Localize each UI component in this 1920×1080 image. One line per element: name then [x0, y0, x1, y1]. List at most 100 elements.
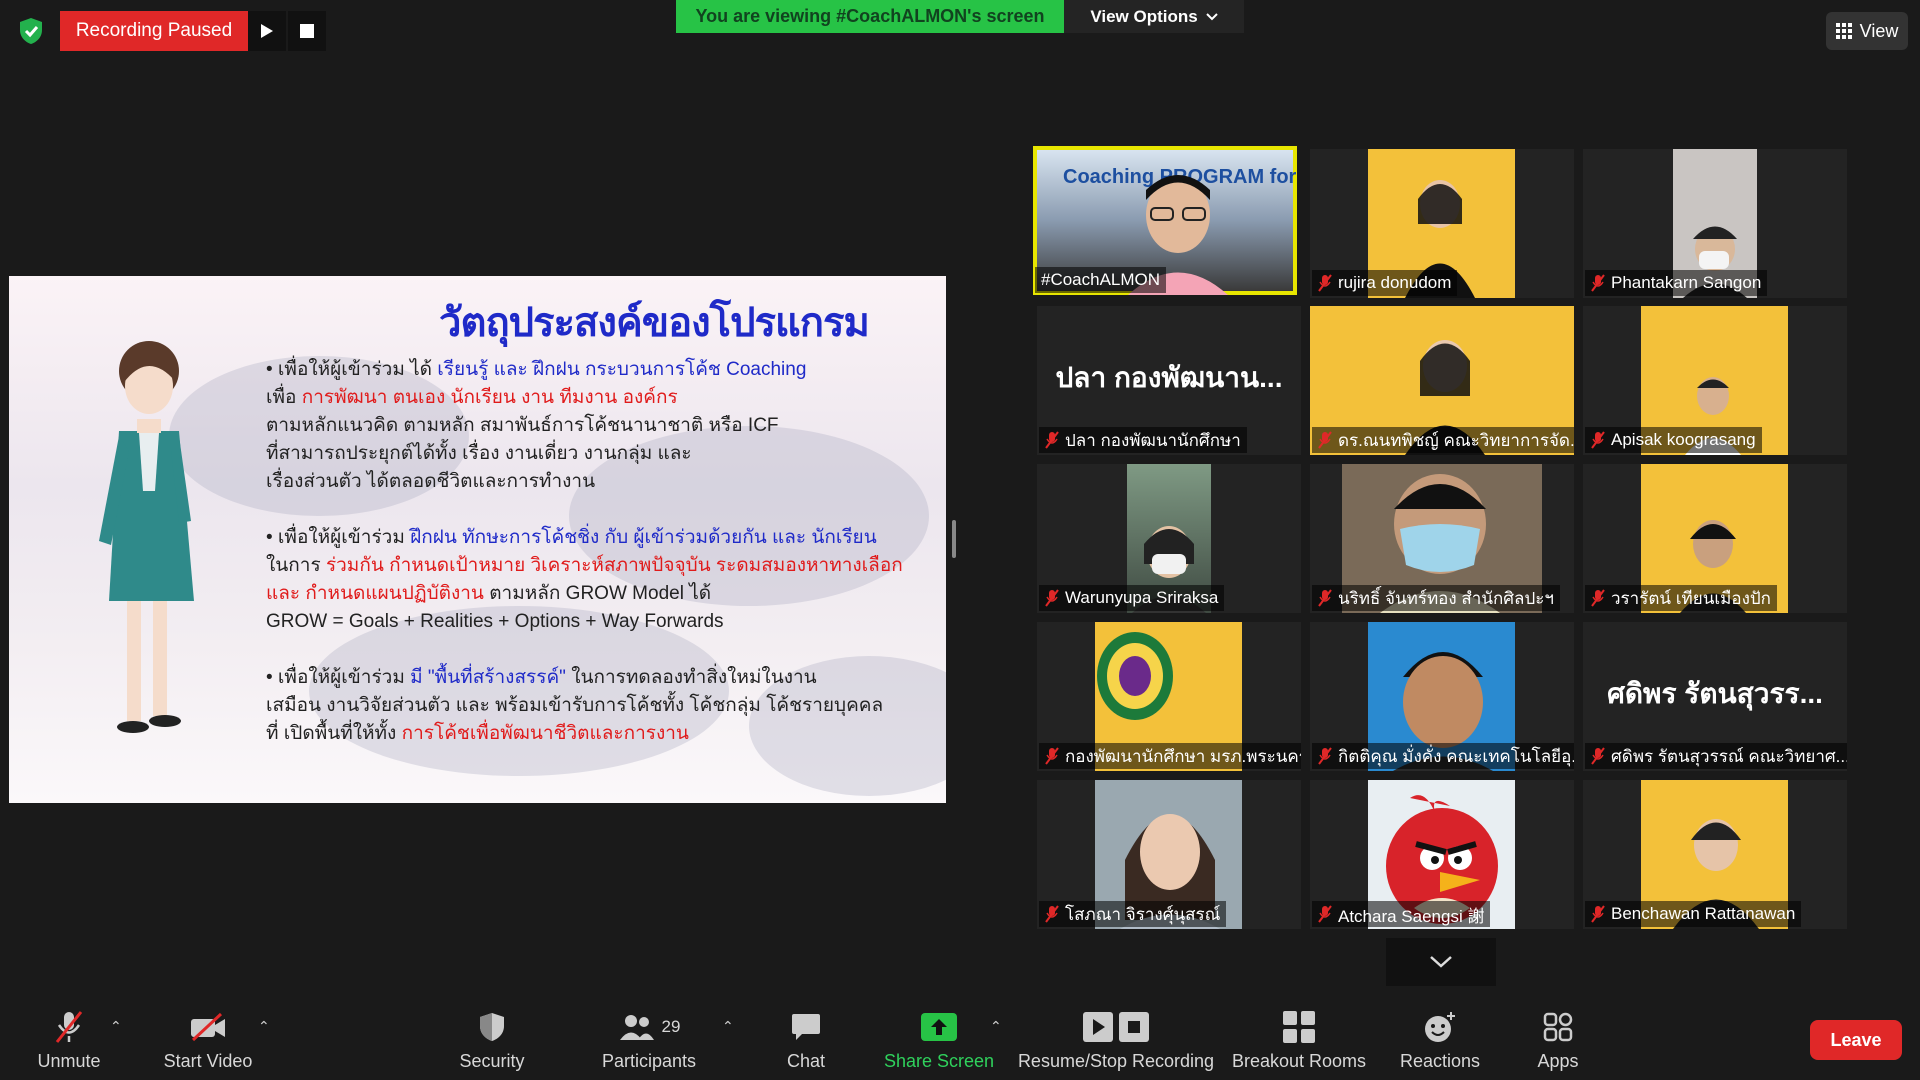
- gallery-next-page-button[interactable]: [1386, 938, 1496, 986]
- video-tile[interactable]: กิตติคุณ มั่งคั่ง คณะเทคโนโลยีอุ...: [1310, 622, 1574, 771]
- breakout-rooms-icon: [1283, 1011, 1315, 1043]
- slide-line: • เพื่อให้ผู้เข้าร่วม มี "พื้นที่สร้างสร…: [266, 667, 817, 688]
- play-icon: [261, 24, 273, 38]
- participant-name-label: ดร.ณนทพิชญ์ คณะวิทยาการจัด...: [1312, 427, 1574, 453]
- resume-recording-button[interactable]: [248, 11, 286, 51]
- chevron-down-icon: [1205, 12, 1218, 20]
- breakout-rooms-button[interactable]: Breakout Rooms: [1226, 1000, 1372, 1080]
- video-tile[interactable]: Coaching PROGRAM for #CoachALMON: [1033, 146, 1297, 295]
- share-screen-button[interactable]: Share Screen: [876, 1000, 1002, 1080]
- slide-line: ในการ ร่วมกัน กำหนดเป้าหมาย วิเคราะห์สภา…: [266, 555, 903, 576]
- video-tile[interactable]: ปลา กองพัฒนาน... ปลา กองพัฒนานักศึกษา: [1037, 306, 1301, 455]
- participant-name-label: #CoachALMON: [1035, 267, 1167, 293]
- mic-off-icon: [1045, 747, 1059, 765]
- video-options-caret[interactable]: ⌃: [258, 1018, 270, 1035]
- mic-off-icon: [1318, 589, 1332, 607]
- video-tile[interactable]: Apisak koograsang: [1583, 306, 1847, 455]
- mic-off-icon: [1591, 274, 1605, 292]
- shared-screen-slide: วัตถุประสงค์ของโปรแกรม • เพื่อให้ผู้เข้า…: [9, 276, 946, 803]
- audio-options-caret[interactable]: ⌃: [110, 1018, 122, 1035]
- apps-label: Apps: [1537, 1051, 1579, 1071]
- stop-icon: [300, 24, 314, 38]
- recording-status-badge: Recording Paused: [60, 11, 248, 51]
- view-layout-button[interactable]: View: [1826, 12, 1908, 50]
- slide-line: • เพื่อให้ผู้เข้าร่วม ฝึกฝน ทักษะการโค้ช…: [266, 527, 877, 548]
- chat-label: Chat: [786, 1051, 826, 1071]
- mic-off-icon: [1591, 747, 1605, 765]
- unmute-button[interactable]: Unmute: [18, 1000, 120, 1080]
- share-options-caret[interactable]: ⌃: [990, 1018, 1002, 1035]
- participants-icon: [619, 1015, 654, 1040]
- recording-label: Resume/Stop Recording: [1017, 1051, 1215, 1071]
- mic-off-icon: [1318, 905, 1332, 923]
- reactions-label: Reactions: [1399, 1051, 1481, 1071]
- share-screen-label: Share Screen: [883, 1051, 995, 1071]
- university-logo: [1097, 632, 1173, 720]
- participants-label: Participants: [601, 1051, 697, 1071]
- mic-off-icon: [1045, 905, 1059, 923]
- viewing-screen-banner: You are viewing #CoachALMON's screen: [676, 0, 1064, 33]
- split-view-drag-handle[interactable]: [952, 520, 956, 558]
- teacher-illustration: [99, 341, 194, 733]
- participants-options-caret[interactable]: ⌃: [722, 1018, 734, 1035]
- start-video-button[interactable]: Start Video: [150, 1000, 266, 1080]
- mic-off-icon: [1318, 274, 1332, 292]
- video-tile[interactable]: Warunyupa Sriraksa: [1037, 464, 1301, 613]
- video-tile[interactable]: Benchawan Rattanawan: [1583, 780, 1847, 929]
- video-tile[interactable]: นริทธิ์ จันทร์ทอง สำนักศิลปะฯ: [1310, 464, 1574, 613]
- video-tile[interactable]: rujira donudom: [1310, 149, 1574, 298]
- unmute-label: Unmute: [37, 1051, 101, 1071]
- encryption-shield-icon[interactable]: [14, 14, 48, 48]
- slide-line: และ กำหนดแผนปฏิบัติงาน ตามหลัก GROW Mode…: [266, 583, 712, 604]
- apps-button[interactable]: Apps: [1512, 1000, 1604, 1080]
- chat-button[interactable]: Chat: [764, 1000, 848, 1080]
- slide-line: GROW = Goals + Realities + Options + Way…: [266, 611, 724, 632]
- slide-line: ที่ เปิดพื้นที่ให้ทั้ง การโค้ชเพื่อพัฒนา…: [266, 723, 689, 744]
- slide-line: ตามหลักแนวคิด ตามหลัก สมาพันธ์การโค้ชนาน…: [266, 415, 779, 436]
- resume-stop-recording-button[interactable]: Resume/Stop Recording: [1016, 1000, 1216, 1080]
- video-tile[interactable]: ศดิพร รัตนสุวรร... ศดิพร รัตนสุวรรณ์ คณะ…: [1583, 622, 1847, 771]
- participant-name-label: Atchara Saengsi 謝: [1312, 901, 1491, 927]
- shield-icon: [480, 1013, 504, 1041]
- share-screen-icon: [921, 1013, 957, 1041]
- video-tile[interactable]: Atchara Saengsi 謝: [1310, 780, 1574, 929]
- slide-line: ที่สามารถประยุกต์ได้ทั้ง เรื่อง งานเดี่ย…: [266, 443, 692, 464]
- security-label: Security: [459, 1051, 525, 1071]
- leave-button[interactable]: Leave: [1810, 1020, 1902, 1060]
- participant-name-label: วรารัตน์ เทียนเมืองปัก: [1585, 585, 1777, 611]
- apps-icon: [1543, 1012, 1573, 1042]
- play-icon: [1083, 1012, 1113, 1042]
- participant-display-name: ศดิพร รัตนสุวรร...: [1607, 678, 1823, 709]
- view-label: View: [1859, 20, 1899, 41]
- mic-off-icon: [1318, 431, 1332, 449]
- view-options-label: View Options: [1090, 6, 1198, 26]
- participant-name-label: Benchawan Rattanawan: [1585, 901, 1802, 927]
- participants-button[interactable]: 29 Participants: [590, 1000, 708, 1080]
- slide-line: • เพื่อให้ผู้เข้าร่วม ได้ เรียนรู้ และ ฝ…: [266, 359, 807, 380]
- breakout-rooms-label: Breakout Rooms: [1231, 1051, 1367, 1071]
- view-options-button[interactable]: View Options: [1064, 0, 1244, 33]
- participant-count: 29: [661, 1017, 681, 1036]
- video-tile[interactable]: โสภณา จิรางศุ์นุสรณ์: [1037, 780, 1301, 929]
- mic-off-icon: [1045, 431, 1059, 449]
- security-button[interactable]: Security: [444, 1000, 540, 1080]
- participant-name-label: rujira donudom: [1312, 270, 1458, 296]
- mic-off-icon: [1318, 747, 1332, 765]
- video-tile[interactable]: วรารัตน์ เทียนเมืองปัก: [1583, 464, 1847, 613]
- participant-name-label: ศดิพร รัตนสุวรรณ์ คณะวิทยาศ...: [1585, 743, 1847, 769]
- video-tile[interactable]: Phantakarn Sangon: [1583, 149, 1847, 298]
- participant-name-label: Phantakarn Sangon: [1585, 270, 1768, 296]
- slide-line: เรื่องส่วนตัว ได้ตลอดชีวิตและการทำงาน: [266, 471, 596, 492]
- participant-name-label: นริทธิ์ จันทร์ทอง สำนักศิลปะฯ: [1312, 585, 1560, 611]
- stop-recording-button[interactable]: [288, 11, 326, 51]
- video-tile[interactable]: กองพัฒนานักศึกษา มรภ.พระนคร: [1037, 622, 1301, 771]
- mic-off-icon: [1591, 589, 1605, 607]
- grid-icon: [1835, 23, 1852, 39]
- chevron-down-icon: [1430, 956, 1452, 968]
- slide-line: เสมือน งานวิจัยส่วนตัว และ พร้อมเข้ารับก…: [266, 695, 884, 716]
- participant-name-label: โสภณา จิรางศุ์นุสรณ์: [1039, 901, 1227, 927]
- slide-title: วัตถุประสงค์ของโปรแกรม: [439, 301, 870, 345]
- video-tile[interactable]: ดร.ณนทพิชญ์ คณะวิทยาการจัด...: [1310, 306, 1574, 455]
- video-off-icon: [191, 1012, 225, 1042]
- reactions-button[interactable]: Reactions: [1390, 1000, 1490, 1080]
